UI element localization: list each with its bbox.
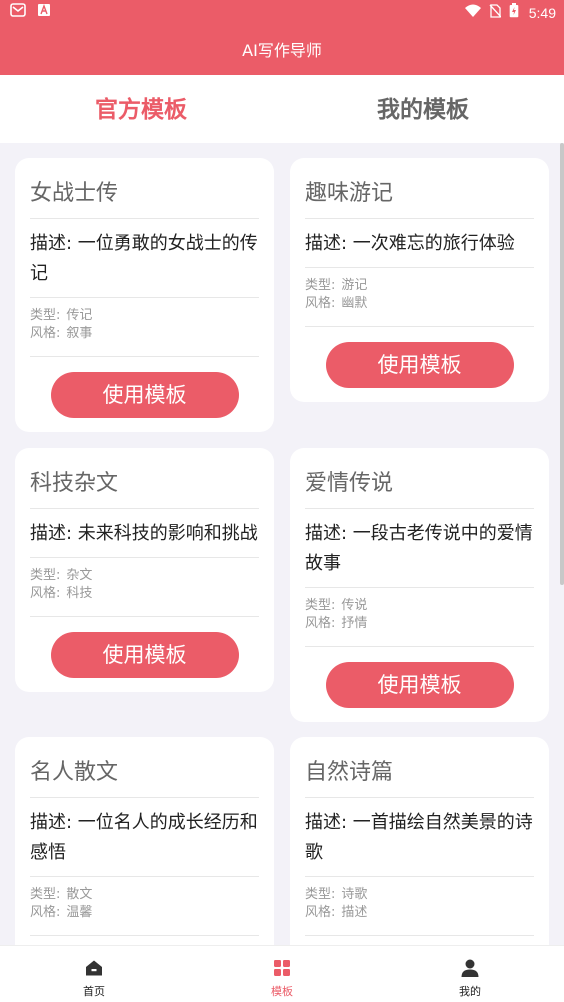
template-title: 自然诗篇 [305,737,534,798]
app-title: AI写作导师 [242,41,322,60]
template-meta: 类型: 散文 风格: 温馨 [30,877,259,936]
nav-label-templates: 模板 [271,985,293,998]
tab-my-templates[interactable]: 我的模板 [282,90,564,124]
grid-icon [272,958,292,978]
template-meta: 类型: 传说 风格: 抒情 [305,588,534,647]
style-label: 风格: [305,296,336,311]
template-card: 科技杂文 描述: 未来科技的影响和挑战 类型: 杂文 风格: 科技 使用模板 [15,448,274,692]
type-label: 类型: [30,308,61,323]
scrollbar-thumb[interactable] [560,143,564,585]
mail-icon [10,3,26,17]
type-label: 类型: [30,568,61,583]
template-description: 描述: 一段古老传说中的爱情故事 [305,509,534,588]
template-tabs: 官方模板 我的模板 [0,75,564,143]
template-meta: 类型: 传记 风格: 叙事 [30,298,259,357]
template-description: 描述: 一次难忘的旅行体验 [305,219,534,268]
template-card: 女战士传 描述: 一位勇敢的女战士的传记 类型: 传记 风格: 叙事 使用模板 [15,158,274,432]
template-card: 爱情传说 描述: 一段古老传说中的爱情故事 类型: 传说 风格: 抒情 使用模板 [290,448,549,722]
app-header: 5:49 AI写作导师 [0,0,564,75]
template-style: 叙事 [66,326,93,341]
template-description: 描述: 未来科技的影响和挑战 [30,509,259,558]
a-badge-icon [38,4,50,16]
style-label: 风格: [30,326,61,341]
use-template-button[interactable]: 使用模板 [325,342,514,388]
template-style: 科技 [66,586,93,601]
template-card: 名人散文 描述: 一位名人的成长经历和感悟 类型:散文 风格:温馨 使用模板 [15,737,274,945]
type-label: 类型: [305,278,336,293]
home-icon [84,958,104,978]
template-title: 科技杂文 [30,448,259,509]
type-label: 类型: [30,887,61,902]
template-style: 描述 [341,905,368,920]
template-title: 爱情传说 [305,448,534,509]
bottom-nav: 首页 模板 我的 [0,945,564,1002]
use-template-button[interactable]: 使用模板 [50,632,239,678]
tab-official-templates[interactable]: 官方模板 [0,90,282,124]
type-label: 类型: [305,598,336,613]
template-type: 散文 [66,887,93,902]
template-style: 抒情 [341,616,368,631]
template-card: 自然诗篇 描述: 一首描绘自然美景的诗歌 类型:诗歌 风格:描述 使用模板 [290,737,549,945]
template-title: 女战士传 [30,158,259,219]
style-label: 风格: [305,905,336,920]
template-meta: 类型: 游记 风格: 幽默 [305,268,534,327]
template-description: 描述: 一位勇敢的女战士的传记 [30,219,259,298]
style-label: 风格: [305,616,336,631]
wifi-icon [464,3,481,22]
template-type: 传记 [66,308,93,323]
person-icon [460,958,480,978]
nav-item-templates[interactable]: 模板 [188,946,376,1002]
template-card: 趣味游记 描述: 一次难忘的旅行体验 类型: 游记 风格: 幽默 使用模板 [290,158,549,402]
template-type: 杂文 [66,568,93,583]
use-template-button[interactable]: 使用模板 [50,372,239,418]
template-style: 幽默 [341,296,368,311]
status-bar: 5:49 [0,0,564,24]
style-label: 风格: [30,905,61,920]
battery-icon [509,3,519,22]
nav-item-home[interactable]: 首页 [0,946,188,1002]
nav-label-home: 首页 [83,985,105,998]
style-label: 风格: [30,586,61,601]
template-title: 名人散文 [30,737,259,798]
template-title: 趣味游记 [305,158,534,219]
status-time: 5:49 [528,4,556,21]
template-description: 描述: 一位名人的成长经历和感悟 [30,798,259,877]
type-label: 类型: [305,887,336,902]
template-type: 游记 [341,278,368,293]
use-template-button[interactable]: 使用模板 [325,662,514,708]
nav-label-mine: 我的 [459,985,481,998]
template-description: 描述: 一首描绘自然美景的诗歌 [305,798,534,877]
template-style: 温馨 [66,905,93,920]
template-meta: 类型: 诗歌 风格: 描述 [305,877,534,936]
no-sim-icon [489,3,502,22]
template-meta: 类型: 杂文 风格: 科技 [30,558,259,617]
template-grid: 女战士传 描述: 一位勇敢的女战士的传记 类型: 传记 风格: 叙事 使用模板 趣味… [0,143,564,945]
template-type: 传说 [341,598,368,613]
nav-item-mine[interactable]: 我的 [376,946,564,1002]
template-type: 诗歌 [341,887,368,902]
